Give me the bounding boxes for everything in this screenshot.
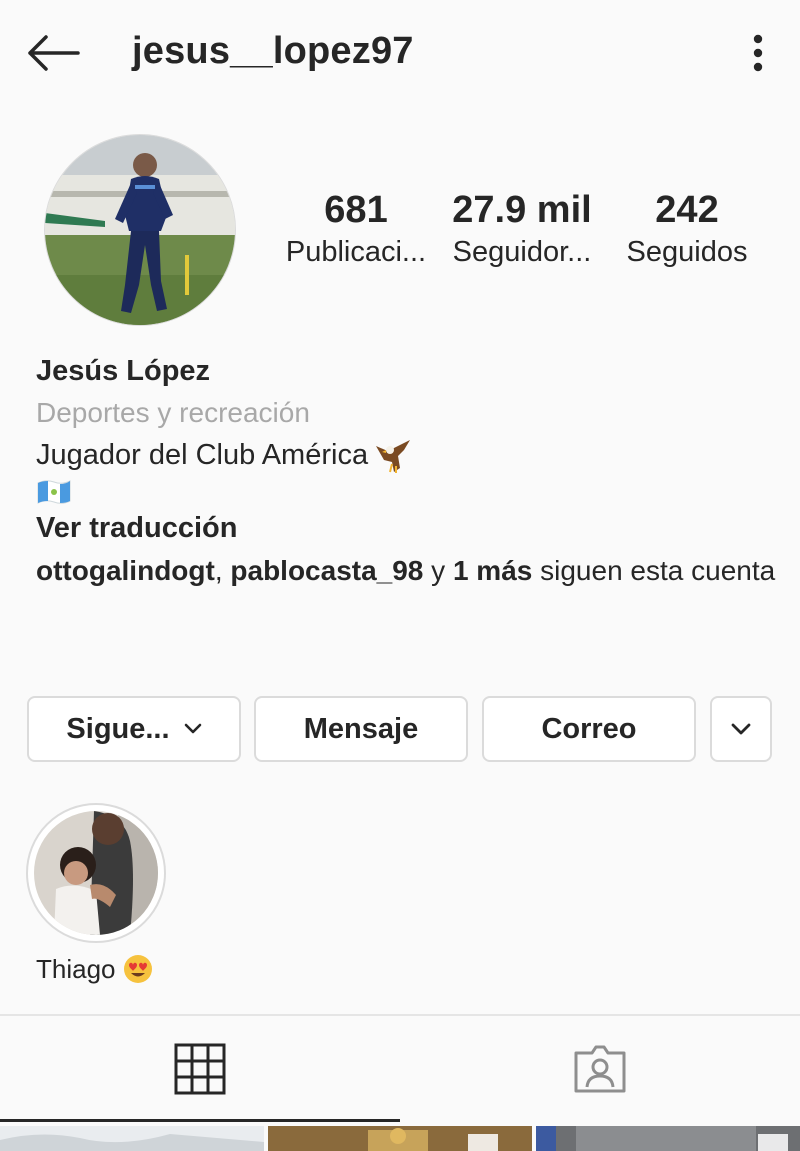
bio-line-1: Jugador del Club América — [36, 434, 776, 477]
bio-line-2 — [36, 477, 776, 507]
highlight-ring — [26, 803, 166, 943]
message-button[interactable]: Mensaje — [254, 696, 468, 762]
highlight-label: Thiago — [36, 953, 154, 985]
posts-count: 681 — [324, 189, 388, 231]
tagged-person-icon — [574, 1045, 626, 1093]
chevron-down-icon — [184, 723, 201, 734]
posts-label: Publicaci... — [285, 236, 427, 268]
suggested-accounts-button[interactable] — [710, 696, 772, 762]
followers-label: Seguidor... — [452, 236, 592, 268]
followed-by-and: y — [423, 555, 453, 586]
post-thumbnail[interactable] — [536, 1126, 800, 1151]
chevron-down-icon — [731, 723, 751, 735]
post-image — [268, 1126, 532, 1151]
highlight-photo — [34, 811, 158, 935]
followed-by-user-2[interactable]: pablocasta_98 — [230, 555, 423, 586]
more-options-button[interactable] — [738, 30, 778, 76]
back-button[interactable] — [22, 28, 82, 78]
post-image — [0, 1126, 264, 1151]
highlight-cover — [34, 811, 158, 935]
followed-by-separator: , — [214, 555, 231, 586]
top-bar: jesus__lopez97 — [0, 0, 800, 108]
post-thumbnail[interactable] — [268, 1126, 532, 1151]
profile-category: Deportes y recreación — [36, 397, 310, 428]
story-highlight[interactable]: Thiago — [26, 803, 166, 984]
followed-by-text[interactable]: ottogalindogt, pablocasta_98 y 1 más sig… — [36, 549, 776, 592]
email-button[interactable]: Correo — [482, 696, 696, 762]
grid-icon — [174, 1043, 226, 1095]
stat-followers[interactable]: 27.9 mil Seguidor... — [444, 188, 600, 272]
email-button-label: Correo — [541, 712, 637, 745]
profile-bio: Jesús López Deportes y recreación Jugado… — [36, 350, 776, 592]
followers-count: 27.9 mil — [452, 189, 592, 231]
arrow-left-icon — [28, 35, 80, 71]
following-count: 242 — [655, 189, 719, 231]
display-name: Jesús López — [36, 355, 211, 387]
post-image — [536, 1126, 800, 1151]
tab-posts-grid[interactable] — [0, 1016, 400, 1122]
followed-by-suffix: siguen esta cuenta — [532, 555, 776, 586]
guatemala-flag-icon — [37, 480, 71, 504]
followed-by-user-1[interactable]: ottogalindogt — [36, 555, 215, 586]
followed-by-more[interactable]: 1 más — [453, 555, 532, 586]
highlight-title: Thiago — [36, 953, 116, 984]
stat-posts[interactable]: 681 Publicaci... — [280, 188, 432, 272]
following-button-label: Sigue... — [66, 712, 170, 745]
tab-tagged[interactable] — [400, 1016, 800, 1122]
eagle-emoji-icon — [376, 439, 411, 473]
heart-eyes-emoji-icon — [123, 955, 152, 983]
bio-text: Jugador del Club América — [36, 439, 369, 471]
profile-avatar[interactable] — [44, 134, 236, 326]
post-thumbnail[interactable] — [0, 1126, 264, 1151]
more-vertical-icon — [753, 34, 763, 72]
see-translation-link[interactable]: Ver traducción — [36, 507, 776, 549]
active-tab-indicator — [0, 1119, 400, 1122]
message-button-label: Mensaje — [303, 712, 419, 745]
stat-following[interactable]: 242 Seguidos — [614, 188, 760, 272]
following-button[interactable]: Sigue... — [27, 696, 241, 762]
profile-photo — [45, 135, 235, 325]
profile-username: jesus__lopez97 — [132, 30, 414, 72]
following-label: Seguidos — [626, 236, 748, 268]
